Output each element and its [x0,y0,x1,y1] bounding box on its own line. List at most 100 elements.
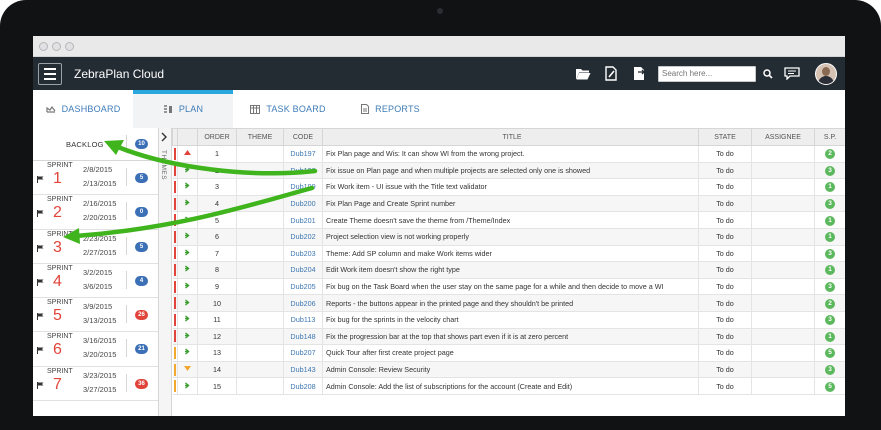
title-cell[interactable]: Fix Plan Page and Create Sprint number [322,195,699,213]
window-minimize-dot[interactable] [52,41,61,51]
state-cell[interactable]: To do [698,228,752,246]
tab-task-board[interactable]: TASK BOARD [233,90,343,128]
table-row[interactable]: 1 Dub197 Fix Plan page and Wis: It can sho… [172,145,845,163]
assignee-column-header[interactable]: ASSIGNEE [751,128,815,146]
table-row[interactable]: 9 Dub205 Fix bug on the Task Board when th… [172,278,845,296]
table-row[interactable]: 4 Dub200 Fix Plan Page and Create Sprint n… [172,195,845,213]
move-cell[interactable] [177,228,198,246]
backlog-item[interactable]: BACKLOG 10 [33,128,158,161]
title-cell[interactable]: Fix issue on Plan page and when multiple… [322,162,699,180]
assignee-cell[interactable] [751,361,815,379]
state-cell[interactable]: To do [698,328,752,346]
order-column-header[interactable]: ORDER [197,128,237,146]
table-row[interactable]: 8 Dub204 Edit Work item doesn't show the r… [172,261,845,279]
move-cell[interactable] [177,245,198,263]
move-cell[interactable] [177,311,198,329]
user-avatar[interactable] [815,62,837,85]
move-right-icon[interactable] [184,265,191,274]
move-cell[interactable] [177,211,198,229]
search-icon[interactable] [759,65,777,83]
title-cell[interactable]: Project selection view is not working pr… [322,228,699,246]
theme-column-header[interactable]: THEME [236,128,284,146]
move-cell[interactable] [177,344,198,362]
code-link[interactable]: Dub202 [283,228,323,246]
sprint-item[interactable]: SPRINT 3 2/23/2015 2/27/2015 5 [33,230,158,264]
table-row[interactable]: 15 Dub208 Admin Console: Add the list of s… [172,377,845,395]
chat-icon[interactable] [783,65,801,83]
table-row[interactable]: 13 Dub207 Quick Tour after first create pr… [172,344,845,362]
move-cell[interactable] [177,328,198,346]
move-right-icon[interactable] [184,299,191,308]
assignee-cell[interactable] [751,211,815,229]
title-cell[interactable]: Fix Work item - UI issue with the Title … [322,178,699,196]
sprint-item[interactable]: SPRINT 1 2/8/2015 2/13/2015 5 [33,161,158,196]
priority-down-icon[interactable] [184,365,191,374]
edit-document-icon[interactable] [602,65,620,83]
move-cell[interactable] [177,278,198,296]
assignee-cell[interactable] [751,344,815,362]
move-right-icon[interactable] [184,382,191,391]
state-cell[interactable]: To do [698,278,752,296]
move-cell[interactable] [177,377,198,395]
state-cell[interactable]: To do [698,261,752,279]
move-right-icon[interactable] [184,348,191,357]
sprint-item[interactable]: SPRINT 2 2/16/2015 2/20/2015 0 [33,195,158,230]
assignee-cell[interactable] [751,228,815,246]
code-link[interactable]: Dub197 [283,145,323,163]
title-cell[interactable]: Fix Plan page and Wis: It can show WI fr… [322,145,699,163]
move-cell[interactable] [177,261,198,279]
code-link[interactable]: Dub200 [283,195,323,213]
code-link[interactable]: Dub204 [283,261,323,279]
tab-plan[interactable]: PLAN [133,90,233,128]
move-cell[interactable] [177,162,198,180]
title-cell[interactable]: Admin Console: Review Security [322,361,699,379]
assignee-cell[interactable] [751,261,815,279]
assignee-cell[interactable] [751,294,815,312]
code-link[interactable]: Dub148 [283,328,323,346]
sprint-item[interactable]: SPRINT 4 3/2/2015 3/6/2015 4 [33,264,158,299]
table-row[interactable]: 14 Dub143 Admin Console: Review Security To… [172,361,845,379]
state-cell[interactable]: To do [698,344,752,362]
window-close-dot[interactable] [39,41,48,51]
state-cell[interactable]: To do [698,162,752,180]
title-cell[interactable]: Reports - the buttons appear in the prin… [322,294,699,312]
state-cell[interactable]: To do [698,311,752,329]
window-maximize-dot[interactable] [65,41,74,51]
table-row[interactable]: 6 Dub202 Project selection view is not wor… [172,228,845,246]
themes-panel-toggle[interactable]: THEMES [159,128,172,416]
table-row[interactable]: 3 Dub199 Fix Work item - UI issue with the… [172,178,845,196]
hamburger-menu-button[interactable] [38,62,62,85]
table-row[interactable]: 12 Dub148 Fix the progression bar at the t… [172,328,845,346]
code-column-header[interactable]: CODE [283,128,323,146]
move-cell[interactable] [177,361,198,379]
priority-up-icon[interactable] [184,149,191,158]
move-right-icon[interactable] [184,282,191,291]
move-right-icon[interactable] [184,332,191,341]
tab-reports[interactable]: REPORTS [343,90,438,128]
assignee-cell[interactable] [751,311,815,329]
move-right-icon[interactable] [184,166,191,175]
move-cell[interactable] [177,178,198,196]
title-cell[interactable]: Fix bug for the sprints in the velocity … [322,311,699,329]
search-input[interactable] [658,65,756,82]
assignee-cell[interactable] [751,377,815,395]
assignee-cell[interactable] [751,245,815,263]
move-right-icon[interactable] [184,199,191,208]
title-cell[interactable]: Quick Tour after first create project pa… [322,344,699,362]
title-cell[interactable]: Create Theme doesn't save the theme from… [322,211,699,229]
assignee-cell[interactable] [751,145,815,163]
sprint-item[interactable]: SPRINT 7 3/23/2015 3/27/2015 36 [33,367,158,402]
move-cell[interactable] [177,145,198,163]
title-cell[interactable]: Edit Work item doesn't show the right ty… [322,261,699,279]
code-link[interactable]: Dub203 [283,245,323,263]
state-cell[interactable]: To do [698,361,752,379]
table-row[interactable]: 2 Dub198 Fix issue on Plan page and when m… [172,162,845,180]
move-right-icon[interactable] [184,216,191,225]
assignee-cell[interactable] [751,278,815,296]
move-right-icon[interactable] [184,182,191,191]
title-cell[interactable]: Fix bug on the Task Board when the user … [322,278,699,296]
state-column-header[interactable]: STATE [698,128,752,146]
code-link[interactable]: Dub207 [283,344,323,362]
code-link[interactable]: Dub206 [283,294,323,312]
assignee-cell[interactable] [751,178,815,196]
